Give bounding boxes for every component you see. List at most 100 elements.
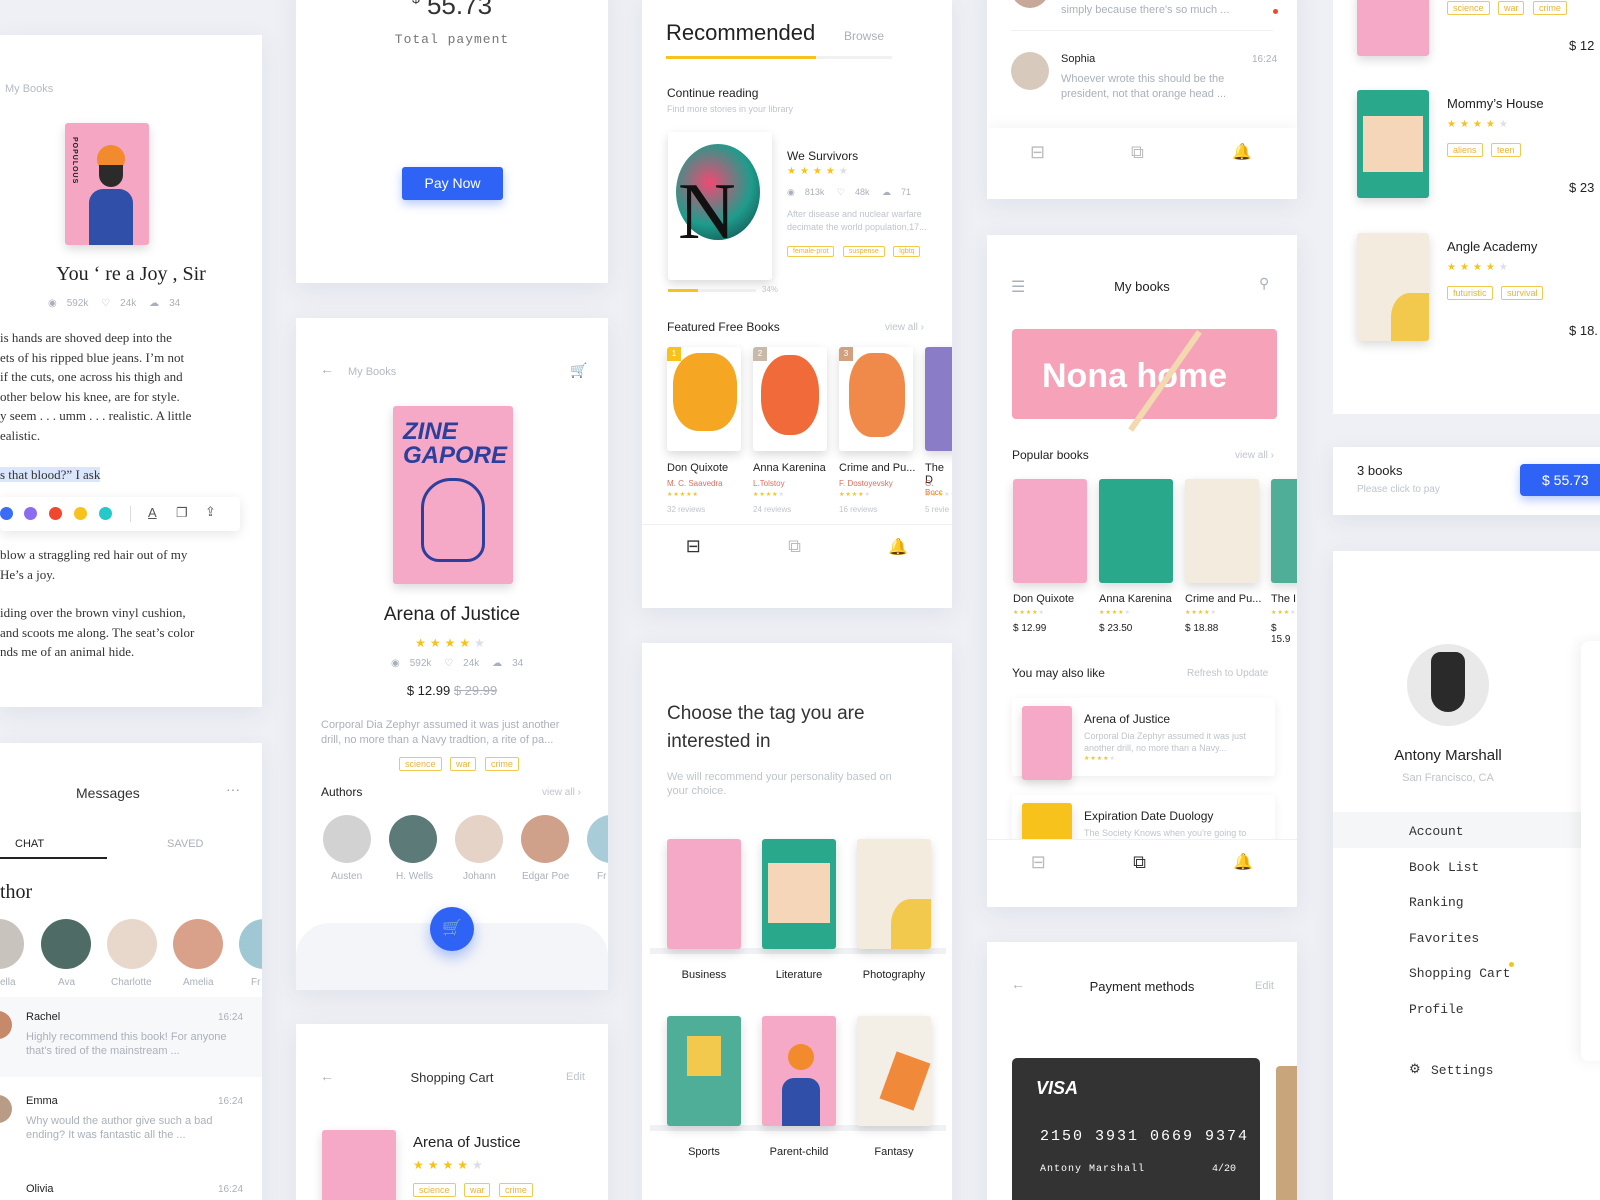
book-cover[interactable] — [1099, 479, 1173, 583]
book-open-icon[interactable]: ⊟ — [1030, 142, 1045, 163]
more-icon[interactable]: ··· — [226, 781, 240, 797]
tag-sports[interactable] — [667, 1016, 741, 1126]
view-all-link[interactable]: view all › — [542, 787, 581, 798]
refresh-link[interactable]: Refresh to Update — [1187, 668, 1268, 679]
menu-item-ranking[interactable]: Ranking — [1409, 895, 1464, 910]
tag[interactable]: futuristic — [1447, 286, 1493, 300]
promo-banner[interactable]: Nona home — [1012, 329, 1277, 432]
book-cover[interactable]: 1 — [667, 347, 741, 451]
avatar[interactable] — [239, 919, 262, 969]
book-cover[interactable]: N — [668, 132, 772, 280]
color-swatch[interactable] — [49, 507, 62, 520]
chat-item[interactable]: Rachel 16:24 Highly recommend this book!… — [0, 997, 262, 1077]
view-all-link[interactable]: view all › — [885, 322, 924, 333]
tag[interactable]: crime — [498, 1183, 533, 1197]
chat-item[interactable]: Emma 16:24 Why would the author give suc… — [0, 1081, 262, 1161]
book-cover[interactable]: 2 — [753, 347, 827, 451]
tag-parent-child[interactable] — [762, 1016, 836, 1126]
avatar[interactable] — [587, 815, 608, 863]
color-swatch[interactable] — [99, 507, 112, 520]
author-name: Amelia — [183, 977, 214, 988]
recommendation-item[interactable]: Arena of Justice Corporal Dia Zephyr ass… — [1012, 698, 1275, 780]
search-icon[interactable]: ⚲ — [1259, 275, 1269, 292]
tag[interactable]: crime — [1532, 1, 1567, 15]
tag-business[interactable] — [667, 839, 741, 949]
breadcrumb[interactable]: My Books — [5, 83, 53, 95]
avatar[interactable] — [41, 919, 91, 969]
library-icon[interactable]: ⧉ — [788, 536, 801, 557]
tag[interactable]: teen — [1490, 143, 1521, 157]
tag-literature[interactable] — [762, 839, 836, 949]
view-all-link[interactable]: view all › — [1235, 450, 1274, 461]
avatar[interactable] — [1011, 52, 1049, 90]
library-icon[interactable]: ⧉ — [1133, 852, 1146, 873]
avatar[interactable] — [455, 815, 503, 863]
menu-item-profile[interactable]: Profile — [1409, 1002, 1464, 1017]
checkout-button[interactable]: $ 55.73 — [1520, 464, 1600, 496]
add-to-cart-button[interactable]: 🛒 — [430, 907, 474, 951]
font-icon[interactable]: A — [148, 505, 157, 520]
color-swatch[interactable] — [74, 507, 87, 520]
book-cover[interactable] — [1013, 479, 1087, 583]
highlighted-text[interactable]: s that blood?” I ask — [0, 466, 101, 482]
tag[interactable]: science — [1447, 1, 1490, 15]
back-icon[interactable]: ← — [320, 361, 334, 377]
avatar[interactable] — [389, 815, 437, 863]
book-cover[interactable] — [1357, 0, 1429, 56]
credit-card[interactable] — [1276, 1066, 1297, 1200]
bell-icon[interactable]: 🔔 — [1233, 852, 1253, 872]
edit-button[interactable]: Edit — [566, 1071, 585, 1083]
tag[interactable]: female-prot — [787, 246, 835, 257]
avatar[interactable] — [0, 919, 24, 969]
tag[interactable]: war — [1497, 1, 1525, 15]
tab-saved[interactable]: SAVED — [167, 838, 203, 850]
avatar[interactable] — [173, 919, 223, 969]
book-cover[interactable] — [1271, 479, 1297, 583]
book-cover[interactable]: 3 — [839, 347, 913, 451]
book-cover[interactable] — [925, 347, 952, 451]
menu-item-book-list[interactable]: Book List — [1409, 860, 1479, 875]
tag-fantasy[interactable] — [857, 1016, 931, 1126]
menu-item-favorites[interactable]: Favorites — [1409, 931, 1479, 946]
pay-now-button[interactable]: Pay Now — [402, 167, 503, 200]
avatar[interactable] — [107, 919, 157, 969]
book-open-icon[interactable]: ⊟ — [1031, 852, 1046, 873]
bell-icon[interactable]: 🔔 — [1232, 142, 1252, 162]
tag[interactable]: aliens — [1447, 143, 1483, 157]
gear-icon[interactable]: ⚙ — [1409, 1061, 1421, 1077]
tag[interactable]: science — [399, 757, 442, 771]
edit-button[interactable]: Edit — [1255, 980, 1274, 992]
book-cover[interactable] — [1185, 479, 1259, 583]
book-title: We Survivors — [787, 149, 859, 163]
reading-text-2: blow a straggling red hair out of my He’… — [0, 545, 262, 662]
book-open-icon[interactable]: ⊟ — [686, 536, 701, 557]
book-cover[interactable] — [1357, 90, 1429, 198]
color-swatch[interactable] — [24, 507, 37, 520]
tag[interactable]: war — [463, 1183, 491, 1197]
tag[interactable]: war — [449, 757, 477, 771]
book-cover[interactable] — [1357, 233, 1429, 341]
avatar[interactable] — [1407, 644, 1489, 726]
avatar[interactable] — [323, 815, 371, 863]
menu-item-account[interactable]: Account — [1409, 824, 1464, 839]
tag[interactable]: science — [413, 1183, 456, 1197]
library-icon[interactable]: ⧉ — [1131, 142, 1144, 163]
tag[interactable]: survival — [1500, 286, 1544, 300]
menu-item-shopping-cart[interactable]: Shopping Cart — [1409, 966, 1510, 981]
cart-icon[interactable]: 🛒 — [570, 362, 587, 379]
tab-browse[interactable]: Browse — [844, 29, 884, 43]
color-swatch[interactable] — [0, 507, 13, 520]
avatar[interactable] — [521, 815, 569, 863]
copy-icon[interactable]: ❐ — [176, 505, 188, 521]
breadcrumb[interactable]: My Books — [348, 366, 396, 378]
tag[interactable]: lgbtq — [893, 246, 921, 257]
tag[interactable]: crime — [484, 757, 519, 771]
share-icon[interactable]: ⇪ — [205, 504, 216, 520]
book-cover — [322, 1130, 396, 1200]
tag-photography[interactable] — [857, 839, 931, 949]
tag[interactable]: suspense — [842, 246, 885, 257]
bell-icon[interactable]: 🔔 — [888, 537, 908, 557]
settings-link[interactable]: Settings — [1431, 1063, 1493, 1078]
credit-card[interactable]: VISA 2150 3931 0669 9374 Antony Marshall… — [1012, 1058, 1260, 1200]
tab-chat[interactable]: CHAT — [15, 838, 44, 850]
